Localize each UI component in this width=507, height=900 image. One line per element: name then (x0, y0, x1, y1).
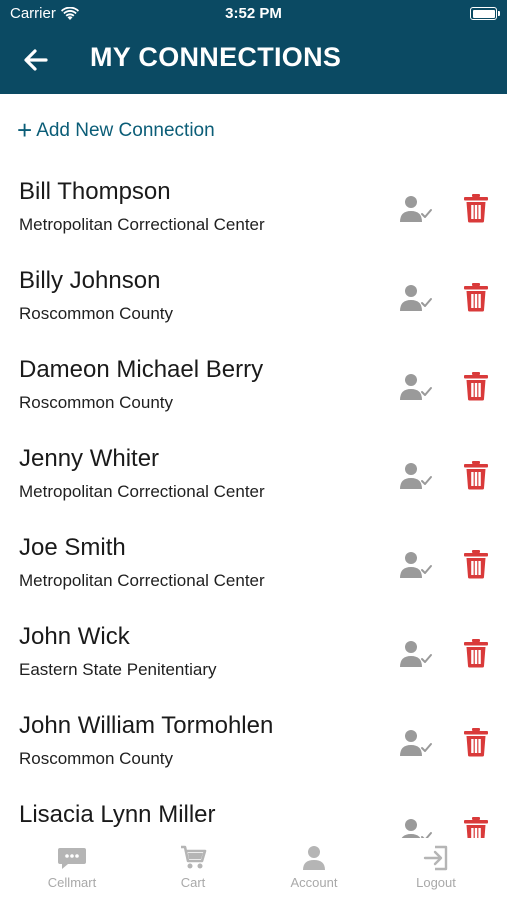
connection-name: John William Tormohlen (19, 712, 274, 739)
tab-cellmart-label: Cellmart (47, 875, 97, 890)
trash-icon[interactable] (463, 193, 489, 223)
connection-name: Bill Thompson (19, 178, 171, 205)
connection-name: John Wick (19, 623, 130, 650)
battery-icon (470, 7, 500, 20)
connection-row[interactable]: John Wick Eastern State Penitentiary (0, 605, 507, 694)
connection-name: Lisacia Lynn Miller (19, 801, 216, 828)
connection-row[interactable]: Jenny Whiter Metropolitan Correctional Ce… (0, 427, 507, 516)
connection-facility: Roscommon County (19, 749, 174, 768)
connection-row[interactable]: John William Tormohlen Roscommon County (0, 694, 507, 783)
connection-row[interactable]: Dameon Michael Berry Roscommon County (0, 338, 507, 427)
user-check-icon[interactable] (398, 550, 434, 580)
status-time: 3:52 PM (225, 5, 282, 22)
person-icon (303, 846, 325, 870)
cart-icon (181, 845, 207, 869)
trash-icon[interactable] (463, 460, 489, 490)
trash-icon[interactable] (463, 282, 489, 312)
connection-name: Dameon Michael Berry (19, 356, 264, 383)
connection-facility: Metropolitan Correctional Center (19, 482, 265, 501)
connection-name: Jenny Whiter (19, 445, 160, 472)
user-check-icon[interactable] (398, 283, 434, 313)
tab-bar: Cellmart Cart Account Logout (0, 838, 507, 900)
trash-icon[interactable] (463, 549, 489, 579)
add-connection-button[interactable]: + Add New Connection (17, 115, 215, 145)
connection-facility: Metropolitan Correctional Center (19, 215, 265, 234)
tab-logout-label: Logout (416, 875, 456, 890)
trash-icon[interactable] (463, 727, 489, 757)
connection-name: Joe Smith (19, 534, 126, 561)
connection-facility: Metropolitan Correctional Center (19, 571, 265, 590)
connection-facility: Eastern State Penitentiary (19, 660, 217, 679)
header-bar: Carrier 3:52 PM MY CONNECTIONS (0, 0, 507, 94)
connection-facility: Roscommon County (19, 393, 174, 412)
user-check-icon[interactable] (398, 728, 434, 758)
nav-row: MY CONNECTIONS (0, 34, 507, 86)
tab-cart-label: Cart (180, 875, 206, 890)
user-check-icon[interactable] (398, 461, 434, 491)
connection-row[interactable]: Bill Thompson Metropolitan Correctional C… (0, 160, 507, 249)
logout-icon (423, 845, 448, 871)
plus-icon: + (17, 115, 33, 145)
tab-cellmart[interactable]: Cellmart (22, 844, 122, 890)
connection-name: Billy Johnson (19, 267, 161, 294)
trash-icon[interactable] (463, 638, 489, 668)
connection-list: Bill Thompson Metropolitan Correctional C… (0, 160, 507, 872)
chat-bubble-icon (58, 848, 86, 869)
trash-icon[interactable] (463, 371, 489, 401)
user-check-icon[interactable] (398, 194, 434, 224)
tab-account-label: Account (290, 875, 338, 890)
status-bar: Carrier 3:52 PM (0, 0, 507, 28)
user-check-icon[interactable] (398, 639, 434, 669)
connection-facility: Roscommon County (19, 304, 174, 323)
connection-row[interactable]: Joe Smith Metropolitan Correctional Cente… (0, 516, 507, 605)
tab-account[interactable]: Account (264, 844, 364, 890)
connection-row[interactable]: Billy Johnson Roscommon County (0, 249, 507, 338)
arrow-left-icon[interactable] (20, 44, 52, 76)
tab-logout[interactable]: Logout (386, 844, 486, 890)
tab-cart[interactable]: Cart (143, 844, 243, 890)
page-title: MY CONNECTIONS (90, 42, 342, 72)
user-check-icon[interactable] (398, 372, 434, 402)
add-connection-label: Add New Connection (36, 120, 215, 141)
